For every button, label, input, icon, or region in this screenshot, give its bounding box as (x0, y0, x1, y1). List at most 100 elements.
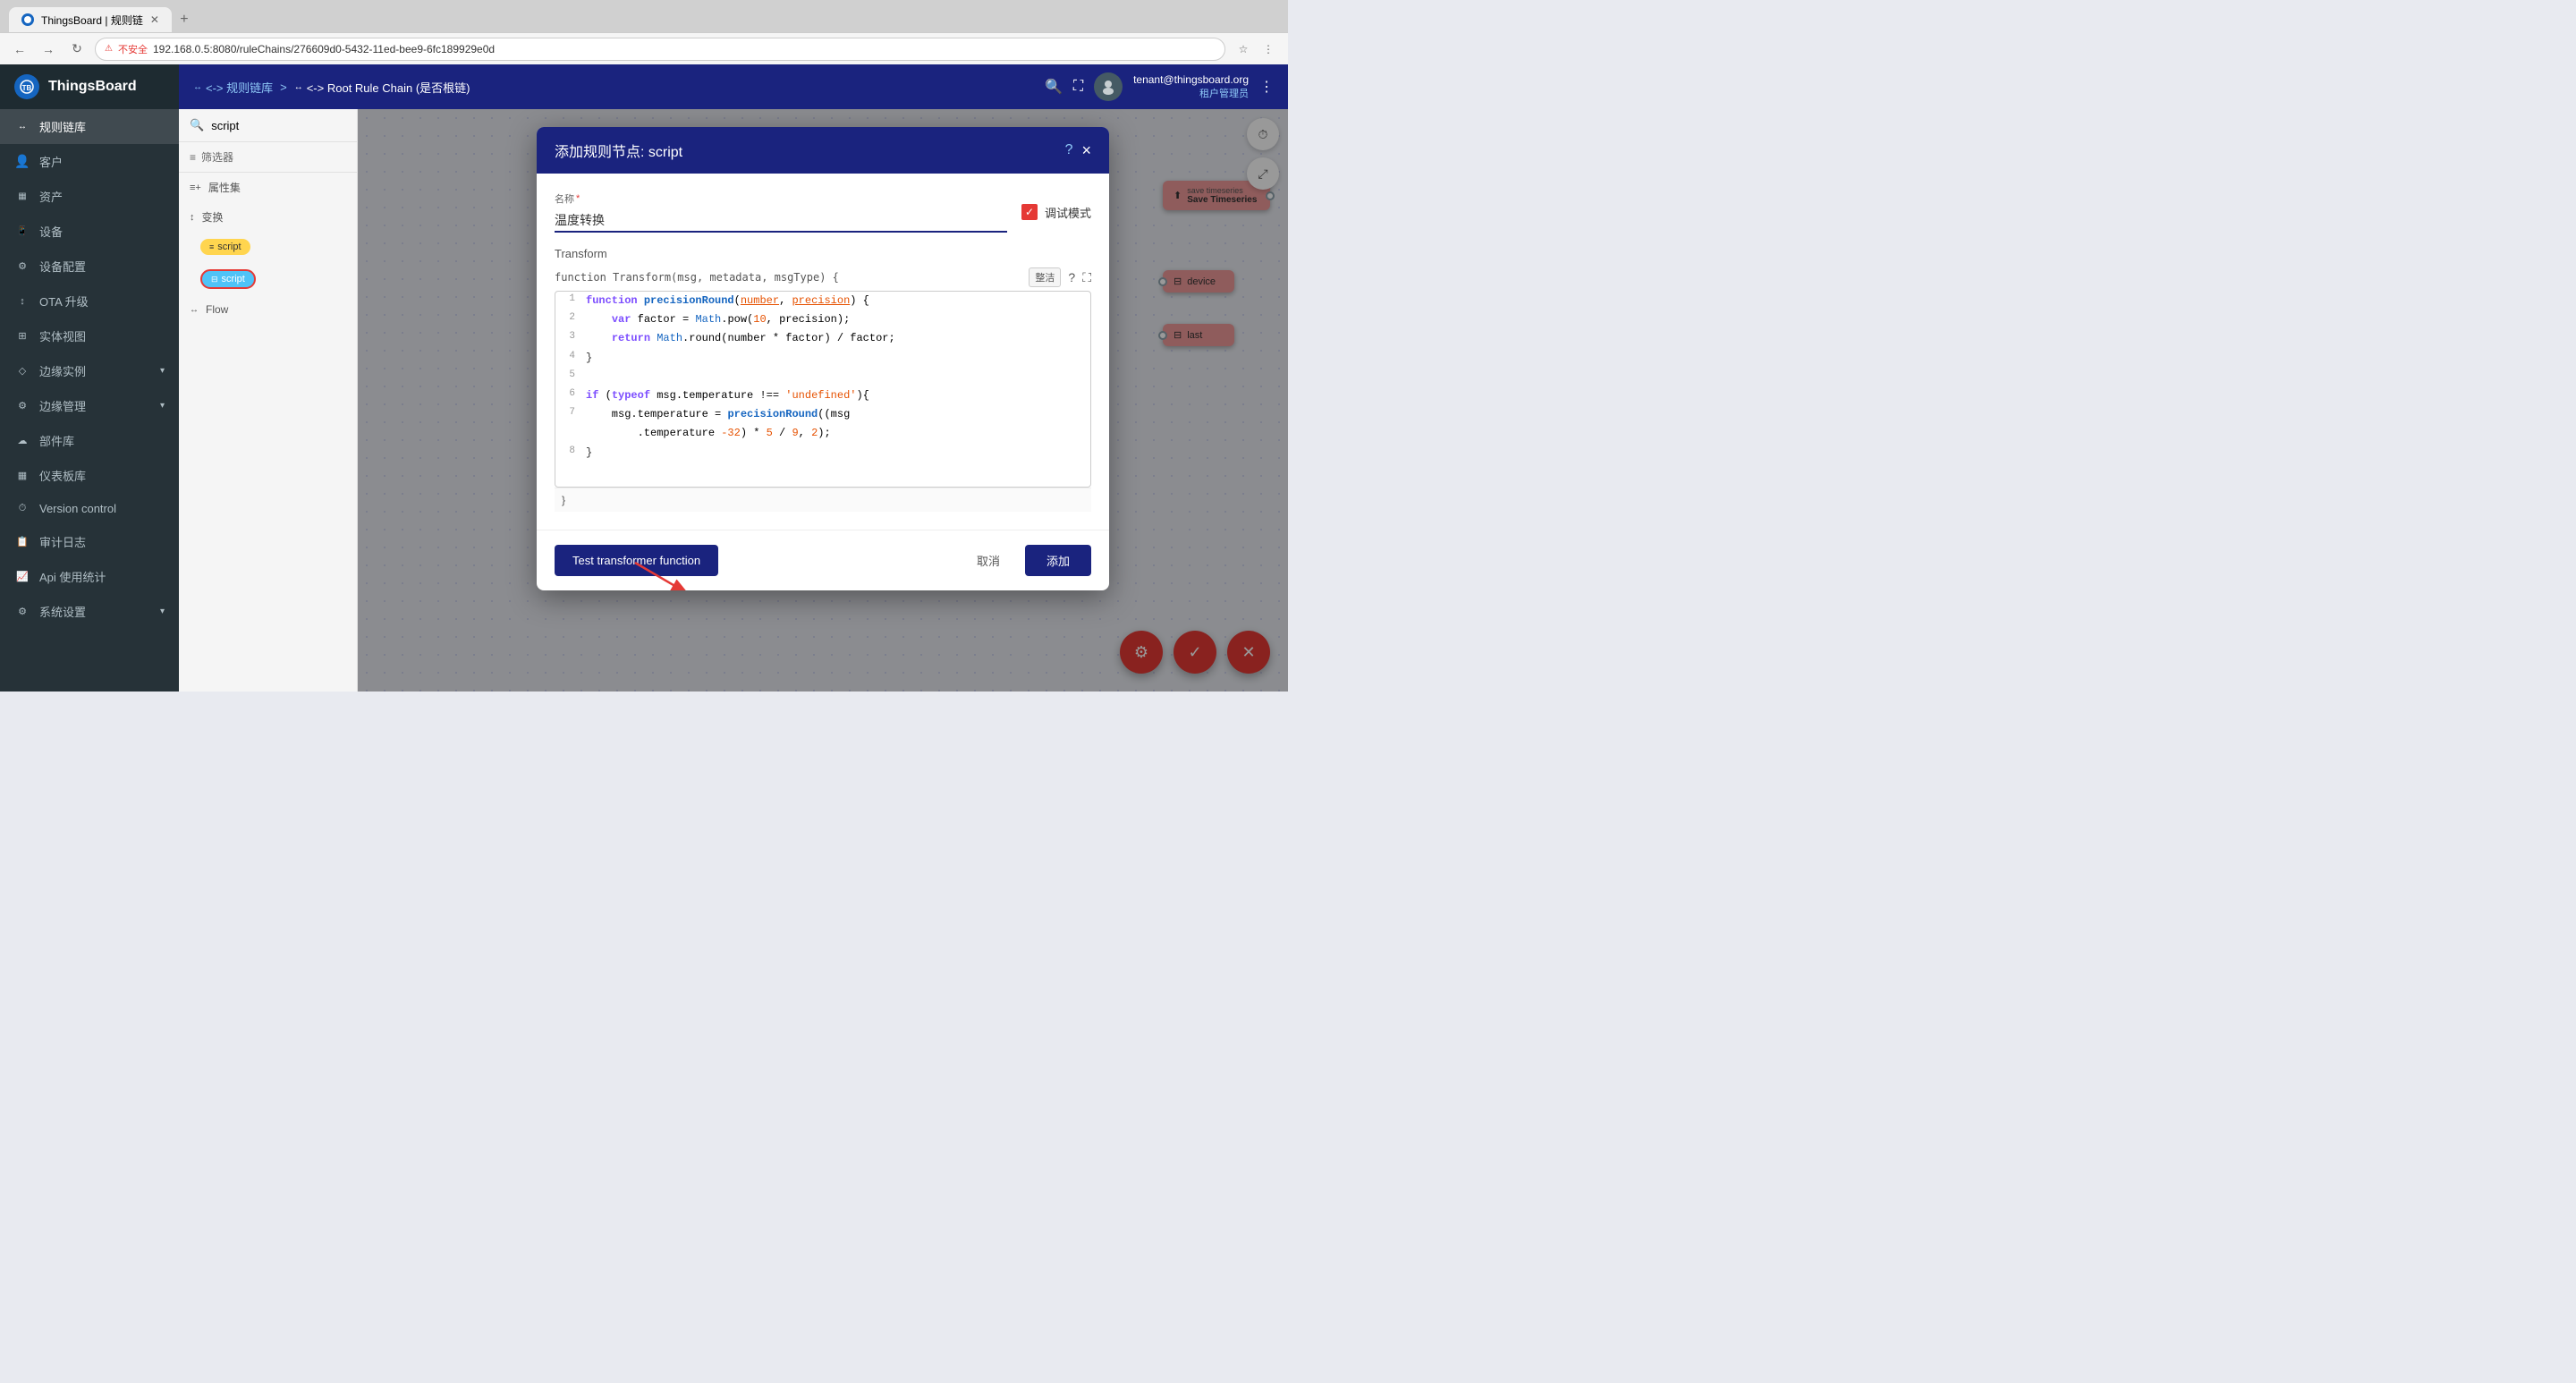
new-tab-btn[interactable]: + (172, 7, 197, 32)
code-footer: } (555, 488, 1091, 512)
name-input[interactable] (555, 209, 1007, 233)
url-prefix: 不安全 (118, 42, 148, 56)
clean-btn[interactable]: 整洁 (1029, 267, 1061, 287)
category-attributes[interactable]: ≡+ 属性集 (179, 173, 357, 202)
code-line-2: 2 var factor = Math.pow(10, precision); (555, 310, 1090, 329)
category-flow[interactable]: ↔ Flow (179, 296, 357, 323)
form-name-row: 名称 * ✓ 调试模式 (555, 191, 1091, 233)
modal-close-btn[interactable]: × (1081, 141, 1091, 160)
flow-cat-icon: ↔ (190, 305, 199, 315)
sidebar-item-system-settings[interactable]: ⚙ 系统设置 ▾ (0, 594, 179, 629)
code-line-6: 6 if (typeof msg.temperature !== 'undefi… (555, 386, 1090, 405)
sidebar-item-devices[interactable]: 📱 设备 (0, 214, 179, 249)
sidebar-item-customers[interactable]: 👤 客户 (0, 144, 179, 179)
sidebar-item-edge-manage[interactable]: ⚙ 边缘管理 ▾ (0, 388, 179, 423)
sidebar-item-label: 部件库 (39, 432, 74, 449)
name-label: 名称 * (555, 191, 1007, 206)
sidebar-item-version-control[interactable]: ⏱ Version control (0, 493, 179, 524)
attributes-cat-icon: ≡+ (190, 182, 201, 193)
debug-mode-toggle[interactable]: ✓ 调试模式 (1021, 204, 1091, 221)
sidebar-item-api-usage[interactable]: 📈 Api 使用统计 (0, 559, 179, 594)
more-options-btn[interactable]: ⋮ (1258, 38, 1279, 60)
breadcrumb-link[interactable]: ↔ <-> 规则链库 (193, 79, 273, 96)
header-actions: 🔍 ⛶ tenant@thingsboard.org 租户管理员 ⋮ (1045, 72, 1274, 101)
debug-label: 调试模式 (1045, 204, 1091, 221)
filter-bar[interactable]: ≡ 筛选器 (179, 142, 357, 173)
tab-close-btn[interactable]: ✕ (150, 13, 159, 26)
browser-chrome: ThingsBoard | 规则链 ✕ + ← → ↻ ⚠ 不安全 192.16… (0, 0, 1288, 64)
edge-instance-arrow: ▾ (160, 366, 165, 376)
sidebar-item-label: 设备配置 (39, 258, 86, 275)
code-area-header: function Transform(msg, metadata, msgTyp… (555, 267, 1091, 287)
api-usage-icon: 📈 (14, 571, 30, 582)
sidebar-item-dashboard[interactable]: ▦ 仪表板库 (0, 458, 179, 493)
left-panel: 🔍 ≡ 筛选器 ≡+ 属性集 ↕ 变换 (179, 109, 358, 692)
chip-icon: ≡ (209, 242, 214, 251)
search-input[interactable] (211, 119, 369, 132)
sidebar-item-ota[interactable]: ↕ OTA 升级 (0, 284, 179, 318)
active-tab[interactable]: ThingsBoard | 规则链 ✕ (9, 7, 172, 32)
chip-icon: ⊟ (211, 275, 218, 284)
dashboard-icon: ▦ (14, 470, 30, 481)
address-bar[interactable]: ⚠ 不安全 192.168.0.5:8080/ruleChains/276609… (95, 38, 1225, 61)
sidebar-item-label: 仪表板库 (39, 467, 86, 484)
search-icon: 🔍 (190, 118, 204, 132)
tab-favicon (21, 13, 34, 26)
add-btn[interactable]: 添加 (1025, 545, 1091, 576)
sidebar-item-widgets[interactable]: ☁ 部件库 (0, 423, 179, 458)
bookmark-star-btn[interactable]: ☆ (1233, 38, 1254, 60)
modal-actions-row: Test transformer function (537, 530, 1109, 590)
modal-help-btn[interactable]: ? (1065, 142, 1073, 158)
sidebar-item-label: 设备 (39, 223, 63, 240)
sidebar-item-label: 系统设置 (39, 603, 86, 620)
url-text: 192.168.0.5:8080/ruleChains/276609d0-543… (153, 43, 495, 55)
user-name: tenant@thingsboard.org (1133, 73, 1249, 86)
logo-text: ThingsBoard (48, 79, 137, 95)
breadcrumb-link-text: <-> 规则链库 (206, 79, 273, 96)
code-line-1: 1 function precisionRound(number, precis… (555, 292, 1090, 310)
list-item[interactable]: ≡ script (179, 232, 357, 262)
code-editor[interactable]: 1 function precisionRound(number, precis… (555, 291, 1091, 488)
sidebar-item-label: 审计日志 (39, 533, 86, 550)
sidebar-item-edge-instance[interactable]: ◇ 边缘实例 ▾ (0, 353, 179, 388)
header-search-btn[interactable]: 🔍 (1045, 78, 1063, 96)
transform-section-label: Transform (555, 247, 1091, 260)
back-btn[interactable]: ← (9, 38, 30, 60)
breadcrumb-link-icon: ↔ (193, 82, 202, 92)
sidebar-item-assets[interactable]: ▦ 资产 (0, 179, 179, 214)
breadcrumb-current: ↔ <-> Root Rule Chain (是否根链) (294, 79, 470, 96)
modal-dialog: 添加规则节点: script ? × 名称 * (537, 127, 1109, 590)
required-indicator: * (576, 193, 580, 204)
code-fullscreen-btn[interactable]: ⛶ (1082, 270, 1091, 285)
script-chip-blue: ⊟ script (200, 269, 256, 289)
sidebar-item-label: 边缘管理 (39, 397, 86, 414)
code-line-3: 3 return Math.round(number * factor) / f… (555, 329, 1090, 348)
sidebar-item-device-profile[interactable]: ⚙ 设备配置 (0, 249, 179, 284)
category-transform[interactable]: ↕ 变换 (179, 202, 357, 232)
code-line-4: 4 } (555, 349, 1090, 368)
reload-btn[interactable]: ↻ (66, 38, 88, 60)
forward-btn[interactable]: → (38, 38, 59, 60)
list-item[interactable]: ⊟ script (179, 262, 357, 296)
user-avatar[interactable] (1094, 72, 1123, 101)
header-more-btn[interactable]: ⋮ (1259, 78, 1274, 96)
code-help-btn[interactable]: ? (1068, 270, 1075, 284)
sidebar-item-entity-view[interactable]: ⊞ 实体视图 (0, 318, 179, 353)
sidebar-item-rule-chain[interactable]: ↔ 规则链库 (0, 109, 179, 144)
modal-overlay: 添加规则节点: script ? × 名称 * (358, 109, 1288, 692)
sidebar-item-audit-log[interactable]: 📋 审计日志 (0, 524, 179, 559)
sidebar-item-label: OTA 升级 (39, 293, 89, 310)
debug-checkbox[interactable]: ✓ (1021, 204, 1038, 220)
cancel-btn[interactable]: 取消 (962, 545, 1014, 576)
header-fullscreen-btn[interactable]: ⛶ (1073, 79, 1083, 95)
main-content: ↔ <-> 规则链库 > ↔ <-> Root Rule Chain (是否根链… (179, 64, 1288, 692)
node-list: ≡+ 属性集 ↕ 变换 ≡ script (179, 173, 357, 692)
script-chip-yellow: ≡ script (200, 239, 250, 255)
sidebar-item-label: Version control (39, 502, 116, 515)
sidebar-nav: ↔ 规则链库 👤 客户 ▦ 资产 📱 设备 ⚙ 设备配置 ↕ OTA 升级 (0, 109, 179, 692)
tab-title: ThingsBoard | 规则链 (41, 13, 143, 28)
canvas-area[interactable]: ⬆ save timeseries Save Timeseries ⊟ devi… (358, 109, 1288, 692)
filter-label: 筛选器 (201, 149, 233, 165)
filter-icon: ≡ (190, 151, 196, 164)
modal-header: 添加规则节点: script ? × (537, 127, 1109, 174)
